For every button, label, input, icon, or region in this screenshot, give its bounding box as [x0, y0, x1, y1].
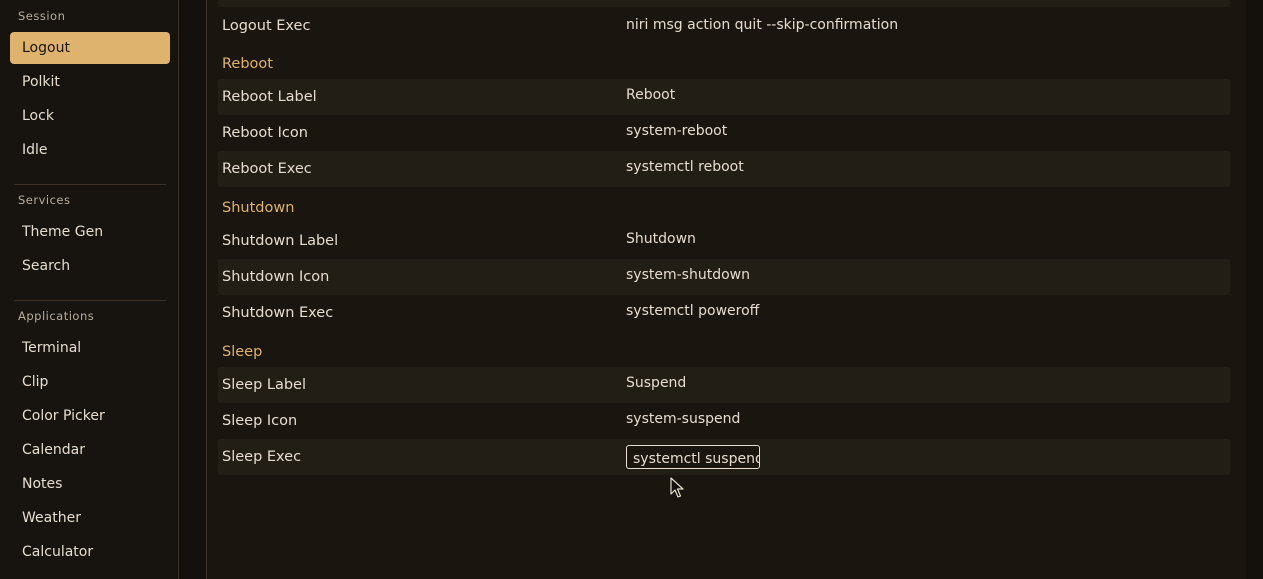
sidebar-item-lock[interactable]: Lock [10, 100, 170, 132]
setting-value[interactable]: niri msg action quit --skip-confirmation [626, 17, 898, 33]
group-title-shutdown: Shutdown [222, 200, 295, 216]
setting-label: Sleep Icon [222, 413, 298, 429]
setting-row-sleep-icon[interactable]: Sleep Icon system-suspend [218, 403, 1230, 439]
setting-label: Sleep Exec [222, 449, 302, 465]
sidebar-section-applications: Applications [18, 309, 95, 323]
setting-value[interactable]: system-shutdown [626, 267, 750, 283]
sleep-exec-input[interactable]: systemctl suspend [626, 445, 760, 469]
setting-row-shutdown-icon[interactable]: Shutdown Icon system-shutdown [218, 259, 1230, 295]
sidebar-item-clip[interactable]: Clip [10, 366, 170, 398]
setting-label: Reboot Icon [222, 125, 308, 141]
setting-value[interactable]: Reboot [626, 87, 675, 103]
setting-row-reboot-label[interactable]: Reboot Label Reboot [218, 79, 1230, 115]
mouse-cursor-icon [670, 477, 684, 498]
setting-label: Shutdown Exec [222, 305, 334, 321]
setting-label: Reboot Label [222, 89, 317, 105]
sidebar: Session Logout Polkit Lock Idle Services… [0, 0, 179, 579]
sidebar-section-session: Session [18, 9, 66, 23]
setting-row-logout-exec[interactable]: Logout Exec niri msg action quit --skip-… [218, 8, 1230, 44]
sidebar-item-color-picker[interactable]: Color Picker [10, 400, 170, 432]
sidebar-divider [14, 184, 166, 185]
sidebar-item-notes[interactable]: Notes [10, 468, 170, 500]
panel-edge [1246, 0, 1263, 579]
setting-value[interactable]: systemctl poweroff [626, 303, 759, 319]
setting-label: Logout Exec [222, 18, 311, 34]
sidebar-divider [14, 300, 166, 301]
setting-row-shutdown-label[interactable]: Shutdown Label Shutdown [218, 223, 1230, 259]
setting-label: Shutdown Label [222, 233, 339, 249]
setting-label: Sleep Label [222, 377, 307, 393]
sidebar-item-polkit[interactable]: Polkit [10, 66, 170, 98]
setting-value[interactable]: Shutdown [626, 231, 696, 247]
setting-value[interactable]: Suspend [626, 375, 686, 391]
setting-value[interactable]: system-reboot [626, 123, 727, 139]
group-title-sleep: Sleep [222, 344, 263, 360]
sidebar-item-theme-gen[interactable]: Theme Gen [10, 216, 170, 248]
setting-row-sleep-exec[interactable]: Sleep Exec systemctl suspend [218, 439, 1230, 475]
sidebar-item-terminal[interactable]: Terminal [10, 332, 170, 364]
setting-row-sleep-label[interactable]: Sleep Label Suspend [218, 367, 1230, 403]
sidebar-item-calendar[interactable]: Calendar [10, 434, 170, 466]
setting-value[interactable]: systemctl reboot [626, 159, 744, 175]
setting-row-reboot-icon[interactable]: Reboot Icon system-reboot [218, 115, 1230, 151]
sidebar-item-weather[interactable]: Weather [10, 502, 170, 534]
sidebar-section-services: Services [18, 193, 71, 207]
setting-label: Reboot Exec [222, 161, 312, 177]
setting-row-reboot-exec[interactable]: Reboot Exec systemctl reboot [218, 151, 1230, 187]
group-title-reboot: Reboot [222, 56, 273, 72]
sidebar-item-search[interactable]: Search [10, 250, 170, 282]
sidebar-gap [179, 0, 206, 579]
previous-row [218, 0, 1230, 7]
setting-label: Shutdown Icon [222, 269, 330, 285]
setting-value[interactable]: system-suspend [626, 411, 740, 427]
setting-row-shutdown-exec[interactable]: Shutdown Exec systemctl poweroff [218, 295, 1230, 331]
sidebar-item-calculator[interactable]: Calculator [10, 536, 170, 568]
sidebar-item-idle[interactable]: Idle [10, 134, 170, 166]
sidebar-item-logout[interactable]: Logout [10, 32, 170, 64]
